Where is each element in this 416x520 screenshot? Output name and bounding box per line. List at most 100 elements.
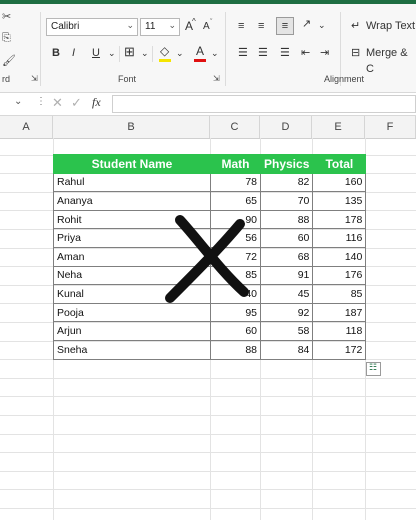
font-size-value: 11 — [145, 21, 156, 32]
cell-total[interactable]: 172 — [312, 339, 367, 360]
merge-center-button[interactable]: Merge & C — [366, 45, 416, 77]
quick-analysis-icon: ☷ — [369, 362, 378, 372]
table-header-row: Student Name Math Physics Total — [53, 154, 367, 174]
column-header-b[interactable]: B — [53, 116, 210, 138]
more-options-icon[interactable]: ⋮ — [36, 96, 46, 107]
middle-align-icon[interactable]: ≡ — [258, 18, 264, 34]
cell-math[interactable]: 60 — [210, 321, 261, 341]
cell-total[interactable]: 140 — [312, 246, 367, 267]
fill-color-swatch — [159, 59, 171, 62]
name-box-chevron-icon[interactable]: ⌄ — [14, 96, 22, 107]
cell-physics[interactable]: 92 — [259, 302, 314, 323]
cell-math[interactable]: 95 — [210, 302, 261, 323]
borders-icon[interactable]: ⊞ — [124, 44, 135, 60]
cell-total[interactable]: 178 — [312, 209, 367, 230]
cell-total[interactable]: 116 — [312, 228, 367, 248]
cell-student-name[interactable]: Sneha — [53, 339, 211, 360]
grid-line — [0, 489, 416, 490]
chevron-down-icon[interactable]: ⌄ — [318, 17, 326, 33]
cell-total[interactable]: 85 — [312, 284, 367, 304]
column-header-c[interactable]: C — [210, 116, 260, 138]
dialog-launcher-icon[interactable]: ⇲ — [31, 74, 38, 83]
column-header-e[interactable]: E — [312, 116, 365, 138]
formula-input[interactable] — [112, 95, 416, 113]
grid-line — [0, 396, 416, 397]
orientation-icon[interactable]: ↗ — [302, 16, 311, 32]
cell-total[interactable]: 176 — [312, 265, 367, 286]
dialog-launcher-icon[interactable]: ⇲ — [213, 74, 220, 83]
copy-icon[interactable]: ⎘ — [2, 32, 11, 45]
increase-indent-icon[interactable]: ⇥ — [320, 45, 329, 61]
format-painter-icon[interactable]: 🖌 — [2, 54, 16, 67]
header-physics[interactable]: Physics — [259, 154, 314, 174]
header-math[interactable]: Math — [210, 154, 261, 174]
decrease-indent-icon[interactable]: ⇤ — [301, 45, 310, 61]
cell-student-name[interactable]: Ananya — [53, 191, 211, 211]
grow-font-caret-icon: ^ — [192, 17, 196, 26]
table-row: Arjun 60 58 118 — [53, 321, 367, 341]
shrink-font-button[interactable]: A — [203, 19, 210, 35]
shrink-font-caret-icon: ˇ — [210, 19, 213, 26]
table-row: Sneha 88 84 172 — [53, 339, 367, 360]
cell-physics[interactable]: 82 — [259, 172, 314, 193]
font-color-button[interactable]: A — [196, 43, 204, 59]
cell-total[interactable]: 135 — [312, 191, 367, 211]
cancel-icon[interactable]: ✕ — [52, 95, 63, 111]
cell-total[interactable]: 160 — [312, 172, 367, 193]
chevron-down-icon: ⌄ — [126, 20, 134, 30]
italic-button[interactable]: I — [72, 45, 75, 61]
ribbon-separator — [119, 46, 120, 62]
cell-total[interactable]: 118 — [312, 321, 367, 341]
cell-physics[interactable]: 88 — [259, 209, 314, 230]
cell-math[interactable]: 78 — [210, 172, 261, 193]
cell-physics[interactable]: 70 — [259, 191, 314, 211]
column-header-f[interactable]: F — [365, 116, 416, 138]
cut-icon[interactable]: ✂ — [2, 10, 11, 23]
cell-physics[interactable]: 68 — [259, 246, 314, 267]
cell-physics[interactable]: 60 — [259, 228, 314, 248]
chevron-down-icon[interactable]: ⌄ — [211, 45, 219, 61]
grid-line — [0, 452, 416, 453]
cell-math[interactable]: 65 — [210, 191, 261, 211]
ribbon-separator — [40, 12, 41, 86]
chevron-down-icon[interactable]: ⌄ — [176, 45, 184, 61]
header-student-name[interactable]: Student Name — [53, 154, 211, 174]
align-center-icon[interactable]: ☰ — [258, 45, 268, 61]
header-total[interactable]: Total — [312, 154, 367, 174]
cell-total[interactable]: 187 — [312, 302, 367, 323]
chevron-down-icon[interactable]: ⌄ — [141, 45, 149, 61]
cell-physics[interactable]: 91 — [259, 265, 314, 286]
ribbon-separator — [225, 12, 226, 86]
cell-physics[interactable]: 45 — [259, 284, 314, 304]
alignment-group-label: Alignment — [324, 74, 365, 84]
cell-student-name[interactable]: Pooja — [53, 302, 211, 323]
bottom-align-icon[interactable]: ≡ — [276, 17, 294, 35]
column-header-d[interactable]: D — [260, 116, 312, 138]
top-align-icon[interactable]: ≡ — [238, 18, 244, 34]
grid-line — [0, 434, 416, 435]
cell-student-name[interactable]: Arjun — [53, 321, 211, 341]
bold-button[interactable]: B — [52, 45, 60, 61]
ribbon-separator — [152, 46, 153, 62]
align-right-icon[interactable]: ☰ — [280, 45, 290, 61]
font-color-swatch — [194, 59, 206, 62]
font-group-label: Font — [118, 74, 137, 84]
chevron-down-icon[interactable]: ⌄ — [108, 45, 116, 61]
quick-analysis-button[interactable]: ☷ — [366, 362, 381, 376]
cell-math[interactable]: 88 — [210, 339, 261, 360]
wrap-text-button[interactable]: Wrap Text — [366, 18, 415, 34]
cell-physics[interactable]: 84 — [259, 339, 314, 360]
align-left-icon[interactable]: ☰ — [238, 45, 248, 61]
font-size-combo[interactable]: 11 ⌄ — [140, 18, 180, 36]
x-mark-icon — [165, 215, 249, 303]
cell-physics[interactable]: 58 — [259, 321, 314, 341]
insert-function-button[interactable]: fx — [92, 95, 101, 110]
cell-student-name[interactable]: Rahul — [53, 172, 211, 193]
enter-icon[interactable]: ✓ — [71, 95, 82, 111]
fill-color-icon[interactable]: ◇ — [160, 43, 169, 59]
underline-button[interactable]: U — [92, 45, 100, 61]
column-header-a[interactable]: A — [0, 116, 53, 138]
table-row: Rahul 78 82 160 — [53, 172, 367, 193]
chevron-down-icon: ⌄ — [168, 20, 176, 30]
font-name-combo[interactable]: Calibri ⌄ — [46, 18, 138, 36]
